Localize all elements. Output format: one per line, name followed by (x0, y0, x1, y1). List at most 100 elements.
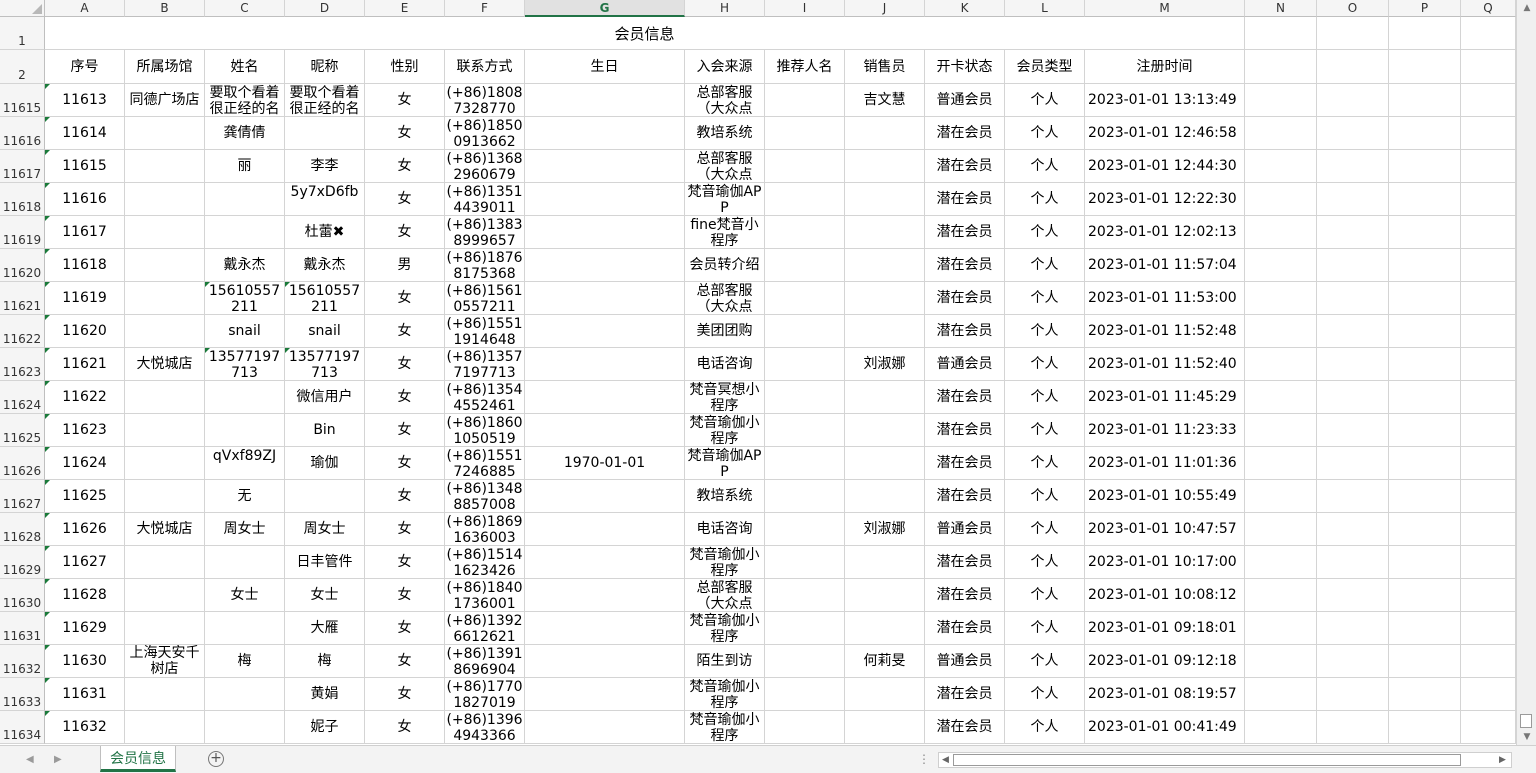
table-cell[interactable] (845, 249, 925, 282)
table-cell[interactable]: 教培系统 (685, 480, 765, 513)
table-cell[interactable]: 潜在会员 (925, 480, 1005, 513)
select-all-corner[interactable] (0, 0, 45, 17)
next-sheet-icon[interactable]: ▶ (54, 754, 62, 765)
table-cell[interactable]: 潜在会员 (925, 546, 1005, 579)
table-cell[interactable] (525, 249, 685, 282)
table-cell[interactable]: 个人 (1005, 117, 1085, 150)
table-cell[interactable] (1245, 546, 1317, 579)
table-cell[interactable]: 潜在会员 (925, 117, 1005, 150)
table-cell[interactable] (125, 216, 205, 249)
table-cell[interactable]: 要取个看着很正经的名 (205, 84, 285, 117)
column-header[interactable]: Q (1461, 0, 1516, 17)
table-cell[interactable]: 个人 (1005, 216, 1085, 249)
cell[interactable] (1317, 17, 1389, 50)
column-header[interactable]: N (1245, 0, 1317, 17)
table-cell[interactable]: 女 (365, 84, 445, 117)
table-cell[interactable]: (+86)1551 1914648 (445, 315, 525, 348)
table-cell[interactable]: 刘淑娜 (845, 513, 925, 546)
column-header[interactable]: D (285, 0, 365, 17)
table-cell[interactable] (1245, 447, 1317, 480)
table-cell[interactable]: (+86)1869 1636003 (445, 513, 525, 546)
table-cell[interactable]: 要取个看着很正经的名 (285, 84, 365, 117)
table-cell[interactable]: 梵音瑜伽小程序 (685, 414, 765, 447)
table-cell[interactable]: 无 (205, 480, 285, 513)
table-cell[interactable]: (+86)1561 0557211 (445, 282, 525, 315)
table-cell[interactable]: 女 (365, 678, 445, 711)
table-cell[interactable]: 2023-01-01 12:44:30 (1085, 150, 1245, 183)
row-header[interactable]: 11617 (0, 150, 45, 183)
table-cell[interactable]: 1970-01-01 (525, 447, 685, 480)
table-cell[interactable] (845, 480, 925, 513)
table-cell[interactable] (765, 447, 845, 480)
table-cell[interactable] (525, 183, 685, 216)
table-cell[interactable]: Bin (285, 414, 365, 447)
table-cell[interactable] (125, 249, 205, 282)
table-cell[interactable] (845, 612, 925, 645)
table-cell[interactable] (1245, 414, 1317, 447)
table-cell[interactable]: 个人 (1005, 447, 1085, 480)
table-cell[interactable] (845, 381, 925, 414)
table-cell[interactable]: 15610557211 (285, 282, 365, 315)
table-cell[interactable]: 潜在会员 (925, 315, 1005, 348)
table-cell[interactable]: 个人 (1005, 414, 1085, 447)
table-cell[interactable]: 上海天安千树店 (125, 645, 205, 678)
table-cell[interactable] (125, 447, 205, 480)
table-cell[interactable]: 潜在会员 (925, 414, 1005, 447)
table-cell[interactable] (1317, 117, 1389, 150)
table-cell[interactable]: 戴永杰 (285, 249, 365, 282)
table-cell[interactable] (765, 513, 845, 546)
table-cell[interactable] (1461, 282, 1516, 315)
table-cell[interactable]: 2023-01-01 11:23:33 (1085, 414, 1245, 447)
table-cell[interactable]: snail (285, 315, 365, 348)
table-cell[interactable]: 杜蕾✖ (285, 216, 365, 249)
table-cell[interactable]: 11630 (45, 645, 125, 678)
table-cell[interactable]: 11616 (45, 183, 125, 216)
table-cell[interactable] (1245, 117, 1317, 150)
table-cell[interactable] (765, 480, 845, 513)
table-cell[interactable] (205, 216, 285, 249)
table-cell[interactable] (1389, 579, 1461, 612)
table-cell[interactable] (1245, 612, 1317, 645)
table-cell[interactable]: 潜在会员 (925, 381, 1005, 414)
row-header[interactable]: 11624 (0, 381, 45, 414)
table-cell[interactable]: 陌生到访 (685, 645, 765, 678)
table-cell[interactable] (765, 315, 845, 348)
table-cell[interactable]: 2023-01-01 11:52:48 (1085, 315, 1245, 348)
table-cell[interactable]: 女 (365, 117, 445, 150)
table-cell[interactable]: 日丰管件 (285, 546, 365, 579)
table-cell[interactable] (1245, 216, 1317, 249)
table-cell[interactable] (1317, 150, 1389, 183)
table-cell[interactable]: 丽 (205, 150, 285, 183)
table-cell[interactable]: 个人 (1005, 645, 1085, 678)
table-cell[interactable]: 普通会员 (925, 84, 1005, 117)
table-cell[interactable] (1389, 117, 1461, 150)
table-cell[interactable] (525, 117, 685, 150)
add-sheet-button[interactable]: + (208, 751, 224, 767)
column-label[interactable]: 所属场馆 (125, 50, 205, 84)
vertical-scroll-thumb[interactable] (1520, 714, 1532, 728)
table-cell[interactable]: 11613 (45, 84, 125, 117)
table-cell[interactable] (1245, 183, 1317, 216)
table-cell[interactable]: 13577197713 (285, 348, 365, 381)
table-cell[interactable]: 个人 (1005, 480, 1085, 513)
table-cell[interactable]: 个人 (1005, 678, 1085, 711)
table-cell[interactable] (1317, 315, 1389, 348)
table-cell[interactable]: 11626 (45, 513, 125, 546)
table-cell[interactable]: 会员转介绍 (685, 249, 765, 282)
table-cell[interactable]: 女 (365, 282, 445, 315)
scroll-left-icon[interactable]: ◀ (942, 753, 949, 767)
table-cell[interactable]: 潜在会员 (925, 183, 1005, 216)
table-cell[interactable]: (+86)1351 4439011 (445, 183, 525, 216)
table-cell[interactable]: 11620 (45, 315, 125, 348)
table-cell[interactable] (765, 414, 845, 447)
table-cell[interactable]: (+86)1551 7246885 (445, 447, 525, 480)
table-cell[interactable] (845, 117, 925, 150)
table-cell[interactable]: 梵音瑜伽小程序 (685, 678, 765, 711)
table-cell[interactable] (1245, 249, 1317, 282)
table-cell[interactable]: 2023-01-01 12:22:30 (1085, 183, 1245, 216)
table-cell[interactable] (1245, 381, 1317, 414)
table-cell[interactable]: 2023-01-01 09:12:18 (1085, 645, 1245, 678)
column-header[interactable]: H (685, 0, 765, 17)
table-cell[interactable]: 2023-01-01 10:17:00 (1085, 546, 1245, 579)
table-cell[interactable]: 11629 (45, 612, 125, 645)
